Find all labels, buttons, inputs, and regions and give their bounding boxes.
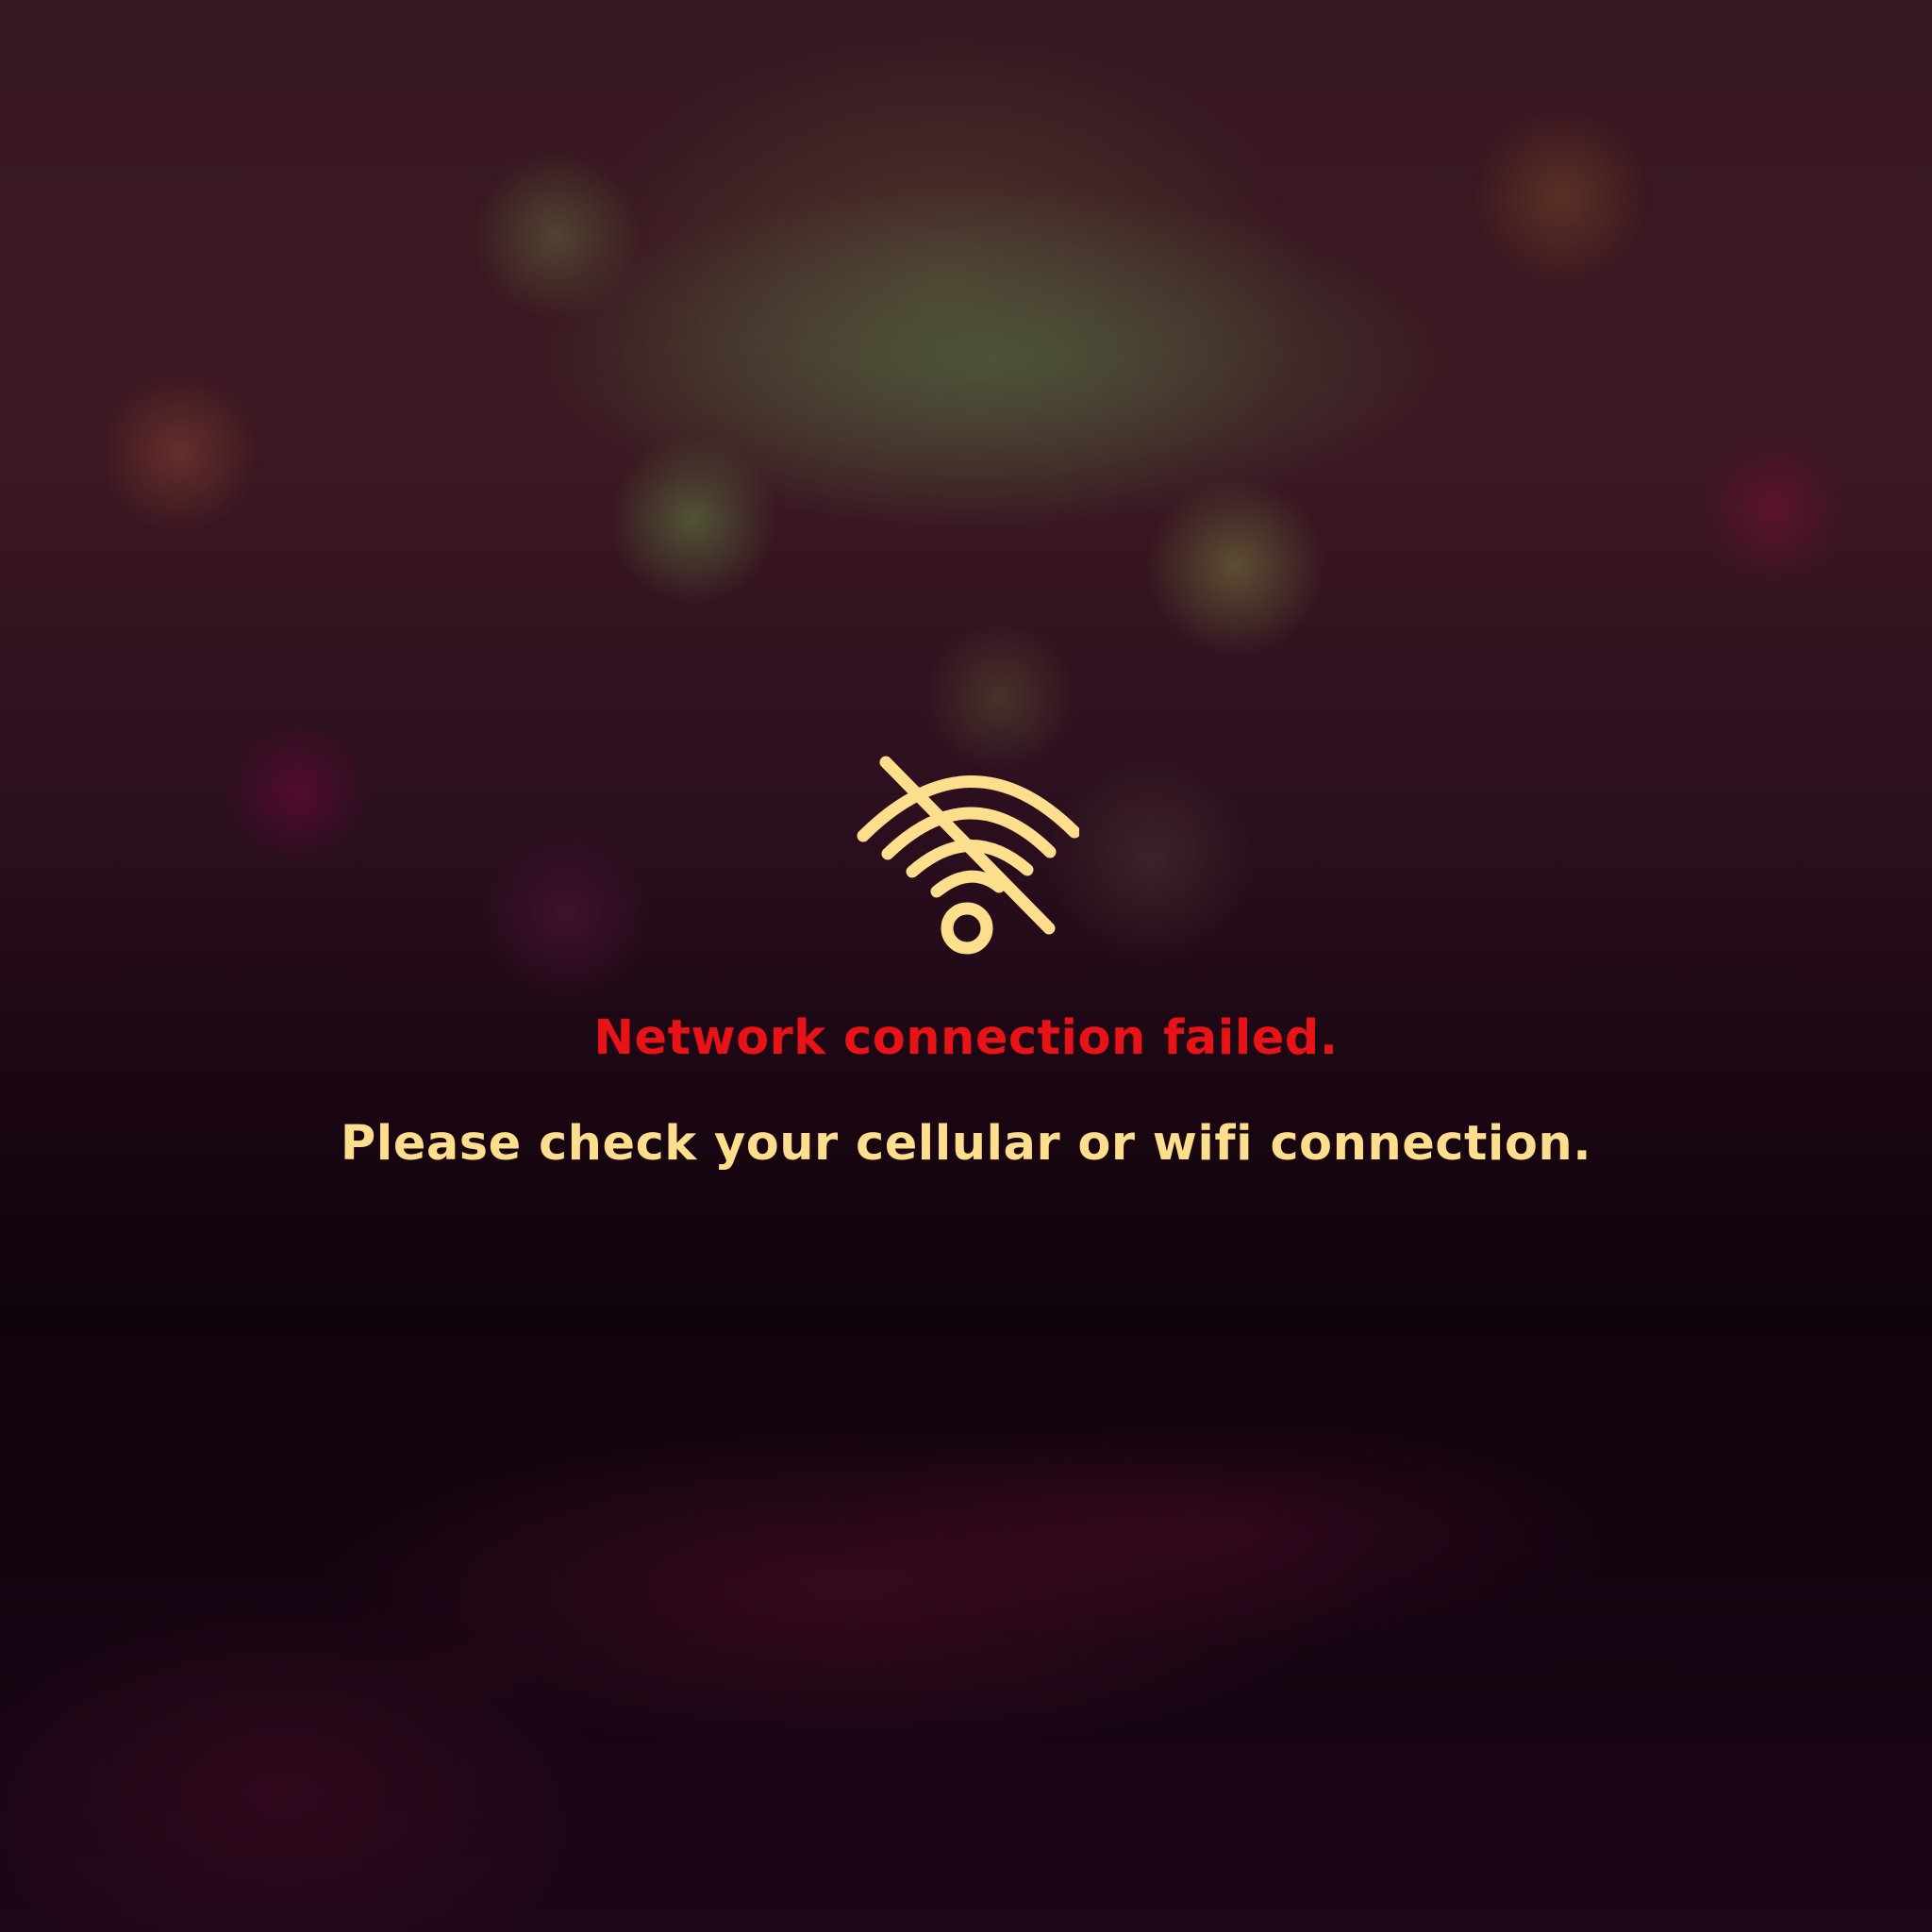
error-message: Please check your cellular or wifi conne…: [340, 1116, 1592, 1172]
wifi-off-icon: [857, 756, 1079, 955]
error-title: Network connection failed.: [593, 1010, 1339, 1066]
blurred-background: [0, 0, 1932, 1932]
